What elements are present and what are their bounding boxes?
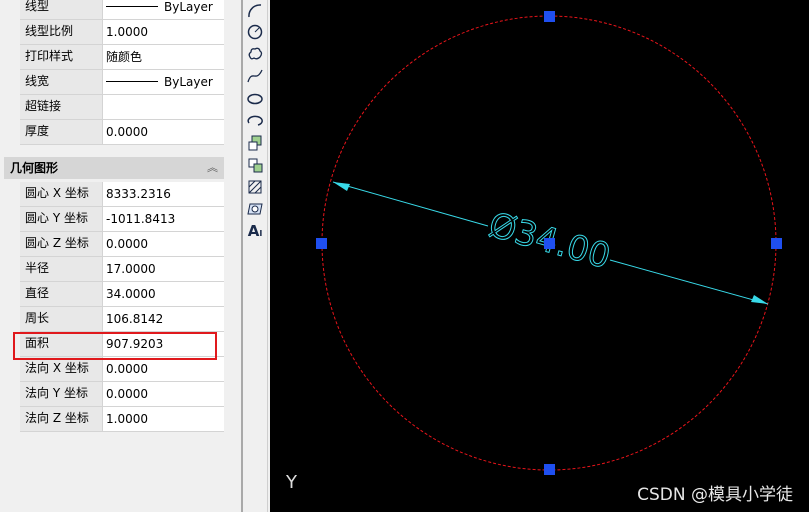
grip-left bbox=[316, 238, 327, 249]
property-value-text: 34.0000 bbox=[106, 287, 156, 301]
property-row[interactable]: 打印样式 随颜色 bbox=[20, 45, 224, 70]
property-key: 超链接 bbox=[20, 95, 103, 119]
property-value[interactable]: 0.0000 bbox=[104, 382, 224, 406]
csdn-watermark: CSDN @模具小学徒 bbox=[637, 485, 793, 505]
insert-block-icon[interactable] bbox=[246, 134, 264, 152]
revision-cloud-icon[interactable] bbox=[246, 45, 264, 63]
grip-center bbox=[544, 238, 555, 249]
property-value[interactable]: 0.0000 bbox=[104, 120, 224, 144]
property-row[interactable]: 半径 17.0000 bbox=[20, 257, 224, 282]
property-row[interactable]: 周长 106.8142 bbox=[20, 307, 224, 332]
property-key: 厚度 bbox=[20, 120, 103, 144]
geometry-section-header[interactable]: 几何图形 ︽ bbox=[4, 157, 224, 179]
dimension-arrow-left bbox=[333, 182, 350, 191]
dimension-arrow-right bbox=[751, 295, 768, 304]
property-value-text: 0.0000 bbox=[106, 237, 148, 251]
property-row[interactable]: 圆心 X 坐标 8333.2316 bbox=[20, 182, 224, 207]
property-key: 线型比例 bbox=[20, 20, 103, 44]
property-row[interactable]: 圆心 Z 坐标 0.0000 bbox=[20, 232, 224, 257]
property-value-text: 随颜色 bbox=[106, 50, 143, 64]
property-row[interactable]: 直径 34.0000 bbox=[20, 282, 224, 307]
property-row[interactable]: 线宽 ByLayer bbox=[20, 70, 224, 95]
property-value-text: 0.0000 bbox=[106, 387, 148, 401]
property-value[interactable]: 8333.2316 bbox=[104, 182, 224, 206]
spline-icon[interactable] bbox=[246, 67, 264, 85]
grip-bottom bbox=[544, 464, 555, 475]
property-row[interactable]: 厚度 0.0000 bbox=[20, 120, 224, 145]
properties-palette: 线型 ByLayer 线型比例 1.0000 打印样式 随颜色 线宽 ByLayer 超链接 厚度… bbox=[0, 0, 232, 512]
property-value[interactable] bbox=[104, 95, 224, 119]
property-key: 直径 bbox=[20, 282, 103, 306]
property-row[interactable]: 法向 Z 坐标 1.0000 bbox=[20, 407, 224, 432]
property-value[interactable]: ByLayer bbox=[104, 0, 224, 19]
property-value[interactable]: ByLayer bbox=[104, 70, 224, 94]
diameter-dimension-line-left bbox=[332, 181, 489, 227]
property-value-text: 17.0000 bbox=[106, 262, 156, 276]
property-value[interactable]: 1.0000 bbox=[104, 20, 224, 44]
property-value-text: 0.0000 bbox=[106, 362, 148, 376]
property-value[interactable]: 1.0000 bbox=[104, 407, 224, 431]
collapse-chevron-icon[interactable]: ︽ bbox=[207, 157, 218, 179]
diameter-dimension-line-right bbox=[609, 259, 769, 305]
grip-right bbox=[771, 238, 782, 249]
property-key: 法向 X 坐标 bbox=[20, 357, 103, 381]
property-row[interactable]: 超链接 bbox=[20, 95, 224, 120]
ellipse-icon[interactable] bbox=[246, 90, 264, 108]
property-value-text: 1.0000 bbox=[106, 412, 148, 426]
draw-toolbar: AI bbox=[243, 0, 268, 512]
property-value-text: 8333.2316 bbox=[106, 187, 171, 201]
linetype-sample bbox=[106, 6, 158, 7]
property-key: 圆心 Y 坐标 bbox=[20, 207, 103, 231]
circle-icon[interactable] bbox=[246, 23, 264, 41]
property-row[interactable]: 法向 X 坐标 0.0000 bbox=[20, 357, 224, 382]
arc-icon[interactable] bbox=[246, 2, 264, 20]
make-block-icon[interactable] bbox=[246, 156, 264, 174]
property-value[interactable]: 17.0000 bbox=[104, 257, 224, 281]
property-value-text: 1.0000 bbox=[106, 25, 148, 39]
area-highlight-box bbox=[13, 332, 217, 360]
property-value[interactable]: -1011.8413 bbox=[104, 207, 224, 231]
property-key: 法向 Y 坐标 bbox=[20, 382, 103, 406]
ellipse-arc-icon[interactable] bbox=[246, 112, 264, 130]
property-key: 圆心 Z 坐标 bbox=[20, 232, 103, 256]
property-row[interactable]: 圆心 Y 坐标 -1011.8413 bbox=[20, 207, 224, 232]
property-key: 半径 bbox=[20, 257, 103, 281]
property-value[interactable]: 106.8142 bbox=[104, 307, 224, 331]
property-key: 法向 Z 坐标 bbox=[20, 407, 103, 431]
grip-top bbox=[544, 11, 555, 22]
property-value[interactable]: 随颜色 bbox=[104, 45, 224, 69]
geometry-section-title: 几何图形 bbox=[10, 161, 59, 175]
property-key: 圆心 X 坐标 bbox=[20, 182, 103, 206]
property-key: 打印样式 bbox=[20, 45, 103, 69]
property-value-text: 106.8142 bbox=[106, 312, 164, 326]
property-row[interactable]: 线型比例 1.0000 bbox=[20, 20, 224, 45]
drawing-svg[interactable]: Ø34.00 bbox=[270, 0, 809, 512]
hatch-icon[interactable] bbox=[246, 178, 264, 196]
property-value-text: ByLayer bbox=[164, 75, 213, 89]
linetype-sample bbox=[106, 81, 158, 82]
property-key: 线宽 bbox=[20, 70, 103, 94]
property-row[interactable]: 线型 ByLayer bbox=[20, 0, 224, 20]
property-value[interactable]: 0.0000 bbox=[104, 232, 224, 256]
property-key: 周长 bbox=[20, 307, 103, 331]
drawing-canvas[interactable]: Ø34.00 bbox=[270, 0, 809, 512]
property-row[interactable]: 法向 Y 坐标 0.0000 bbox=[20, 382, 224, 407]
region-icon[interactable] bbox=[246, 200, 264, 218]
ucs-y-label: Y bbox=[286, 472, 297, 493]
property-value-text: -1011.8413 bbox=[106, 212, 176, 226]
property-value[interactable]: 0.0000 bbox=[104, 357, 224, 381]
property-key: 线型 bbox=[20, 0, 103, 19]
property-value-text: 0.0000 bbox=[106, 125, 148, 139]
property-value[interactable]: 34.0000 bbox=[104, 282, 224, 306]
multiline-text-icon[interactable]: AI bbox=[246, 222, 264, 240]
palette-gutter bbox=[232, 0, 241, 512]
property-value-text: ByLayer bbox=[164, 0, 213, 14]
